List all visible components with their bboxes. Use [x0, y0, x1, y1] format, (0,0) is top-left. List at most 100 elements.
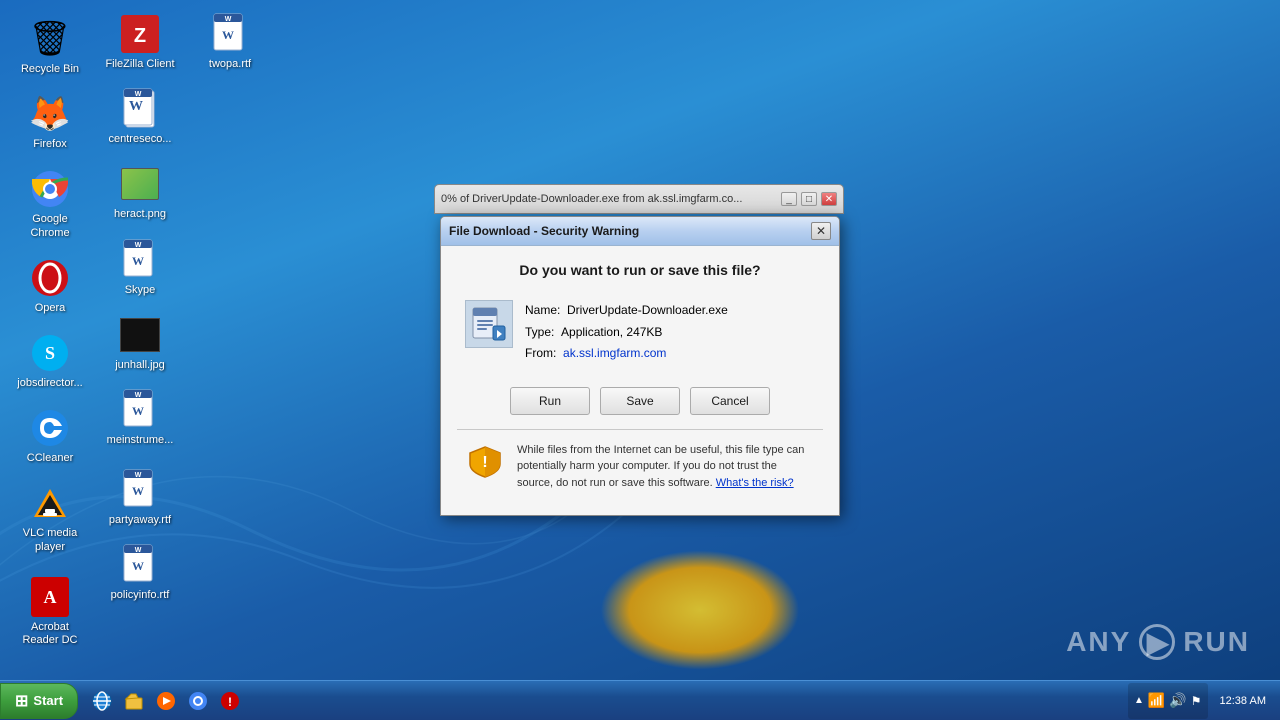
meinstrum-icon: W W — [120, 390, 160, 430]
desktop-icon-centreseco[interactable]: W W centreseco... — [100, 85, 180, 150]
svg-text:W: W — [222, 28, 234, 42]
clock-display[interactable]: 12:38 AM — [1214, 695, 1272, 707]
taskbar-right: ▲ 📶 🔊 ⚑ 12:38 AM — [1128, 683, 1280, 719]
filezilla-icon: Z — [120, 14, 160, 54]
network-icon: 📶 — [1148, 692, 1165, 709]
recycle-bin-icon: 🗑 — [30, 19, 70, 59]
desktop-icon-twopa[interactable]: W W twopa.rtf — [190, 10, 270, 75]
clock-time: 12:38 AM — [1220, 695, 1266, 707]
desktop-icon-acrobat[interactable]: A Acrobat Reader DC — [10, 573, 90, 651]
centreseco-icon: W W — [120, 89, 160, 129]
twopa-label: twopa.rtf — [209, 58, 251, 71]
dialog-titlebar: File Download - Security Warning ✕ — [441, 217, 839, 246]
meinstrum-label: meinstrume... — [107, 434, 174, 447]
system-tray: ▲ 📶 🔊 ⚑ — [1128, 683, 1208, 719]
twopa-icon: W W — [210, 14, 250, 54]
svg-text:Z: Z — [134, 25, 146, 47]
partyaway-label: partyaway.rtf — [109, 514, 171, 527]
firefox-label: Firefox — [33, 138, 67, 151]
svg-text:W: W — [135, 472, 142, 479]
run-button[interactable]: Run — [510, 387, 590, 415]
file-name-value: DriverUpdate-Downloader.exe — [567, 303, 728, 317]
dialog-question: Do you want to run or save this file? — [457, 262, 823, 278]
desktop-icon-heract[interactable]: heract.png — [100, 160, 180, 225]
file-type-value: Application, 247KB — [561, 325, 662, 339]
svg-text:S: S — [45, 343, 55, 363]
svg-text:W: W — [132, 404, 144, 418]
dialog-title: File Download - Security Warning — [449, 224, 811, 238]
desktop-icon-jobsdirector[interactable]: W W Skype — [100, 236, 180, 301]
warning-shield-icon: ! — [465, 442, 505, 482]
desktop-icon-ccleaner[interactable]: CCleaner — [10, 404, 90, 469]
chrome-label: Google Chrome — [14, 213, 86, 239]
warning-text: While files from the Internet can be use… — [517, 442, 815, 492]
dialog-buttons: Run Save Cancel — [457, 387, 823, 415]
taskbar-antivirus-icon[interactable]: ! — [216, 687, 244, 715]
svg-text:W: W — [135, 547, 142, 554]
action-center-icon[interactable]: ⚑ — [1191, 694, 1202, 708]
desktop-icon-chrome[interactable]: Google Chrome — [10, 165, 90, 243]
chrome-icon — [30, 169, 70, 209]
jobsdirector-icon: W W — [120, 240, 160, 280]
heract-icon — [120, 164, 160, 204]
start-button[interactable]: ⊞ Start — [0, 683, 78, 719]
svg-text:W: W — [132, 484, 144, 498]
taskbar-chrome-icon[interactable] — [184, 687, 212, 715]
cancel-button[interactable]: Cancel — [690, 387, 770, 415]
progress-minimize-btn[interactable]: _ — [781, 192, 797, 206]
ccleaner-icon — [30, 408, 70, 448]
ccleaner-label: CCleaner — [27, 452, 73, 465]
dialog-separator — [457, 429, 823, 430]
tray-expand-icon[interactable]: ▲ — [1134, 695, 1144, 706]
vlc-icon — [30, 483, 70, 523]
svg-text:W: W — [225, 16, 232, 23]
from-label: From: — [525, 346, 556, 360]
desktop-icon-filezilla[interactable]: Z FileZilla Client — [100, 10, 180, 75]
progress-restore-btn[interactable]: □ — [801, 192, 817, 206]
svg-text:W: W — [129, 99, 143, 114]
firefox-icon: 🦊 — [30, 94, 70, 134]
dialog-warning: ! While files from the Internet can be u… — [457, 442, 823, 500]
download-progress-window[interactable]: 0% of DriverUpdate-Downloader.exe from a… — [434, 184, 844, 214]
junhall-label: junhall.jpg — [115, 359, 165, 372]
desktop-icon-meinstrum[interactable]: W W meinstrume... — [100, 386, 180, 451]
vlc-label: VLC media player — [14, 527, 86, 553]
desktop-icon-firefox[interactable]: 🦊 Firefox — [10, 90, 90, 155]
start-label: Start — [33, 693, 63, 708]
heract-label: heract.png — [114, 208, 166, 221]
desktop-icon-opera[interactable]: Opera — [10, 254, 90, 319]
progress-close-btn[interactable]: ✕ — [821, 192, 837, 206]
volume-icon[interactable]: 🔊 — [1169, 692, 1186, 709]
taskbar-media-icon[interactable] — [152, 687, 180, 715]
acrobat-label: Acrobat Reader DC — [14, 621, 86, 647]
desktop-icon-junhall[interactable]: junhall.jpg — [100, 311, 180, 376]
security-warning-dialog: File Download - Security Warning ✕ Do yo… — [440, 216, 840, 516]
svg-text:!: ! — [482, 454, 487, 471]
file-info-box: Name: DriverUpdate-Downloader.exe Type: … — [457, 292, 823, 373]
taskbar: ⊞ Start — [0, 680, 1280, 720]
taskbar-quick-launch: ! — [83, 687, 249, 715]
save-button[interactable]: Save — [600, 387, 680, 415]
policyinfo-label: policyinfo.rtf — [111, 589, 170, 602]
file-from-value[interactable]: ak.ssl.imgfarm.com — [563, 346, 666, 360]
taskbar-ie-icon[interactable] — [88, 687, 116, 715]
whats-the-risk-link[interactable]: What's the risk? — [716, 477, 794, 489]
svg-text:W: W — [135, 91, 142, 98]
desktop-icon-skype[interactable]: S jobsdirector... — [10, 329, 90, 394]
name-label: Name: — [525, 303, 560, 317]
desktop-icon-recycle-bin[interactable]: 🗑 Recycle Bin — [10, 15, 90, 80]
desktop-icon-policyinfo[interactable]: W W policyinfo.rtf — [100, 541, 180, 606]
junhall-icon — [120, 315, 160, 355]
file-details: Name: DriverUpdate-Downloader.exe Type: … — [525, 300, 728, 365]
dialog-body: Do you want to run or save this file? Na… — [441, 246, 839, 515]
svg-text:W: W — [132, 559, 144, 573]
svg-text:W: W — [135, 392, 142, 399]
filezilla-label: FileZilla Client — [105, 58, 174, 71]
policyinfo-icon: W W — [120, 545, 160, 585]
dialog-close-button[interactable]: ✕ — [811, 222, 831, 240]
opera-icon — [30, 258, 70, 298]
skype-icon: S — [30, 333, 70, 373]
taskbar-explorer-icon[interactable] — [120, 687, 148, 715]
desktop-icon-partyaway[interactable]: W W partyaway.rtf — [100, 466, 180, 531]
desktop-icon-vlc[interactable]: VLC media player — [10, 479, 90, 557]
